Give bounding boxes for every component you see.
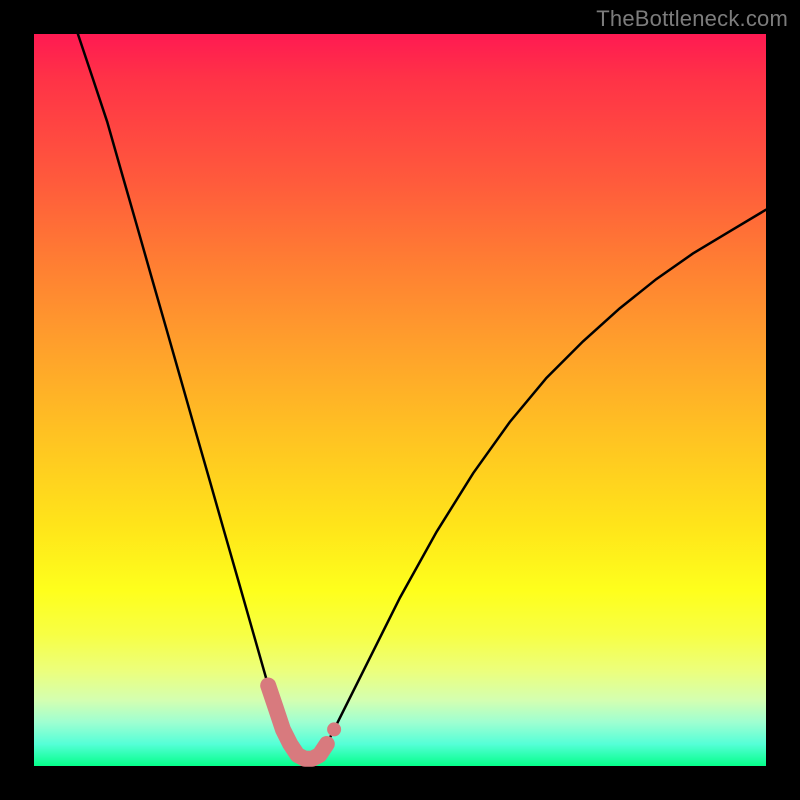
watermark-text: TheBottleneck.com [596, 6, 788, 32]
chart-frame: TheBottleneck.com [0, 0, 800, 800]
plot-area [34, 34, 766, 766]
valley-highlight-dot [327, 722, 341, 736]
valley-highlight [268, 686, 327, 759]
curve-svg [34, 34, 766, 766]
bottleneck-curve [78, 34, 766, 759]
